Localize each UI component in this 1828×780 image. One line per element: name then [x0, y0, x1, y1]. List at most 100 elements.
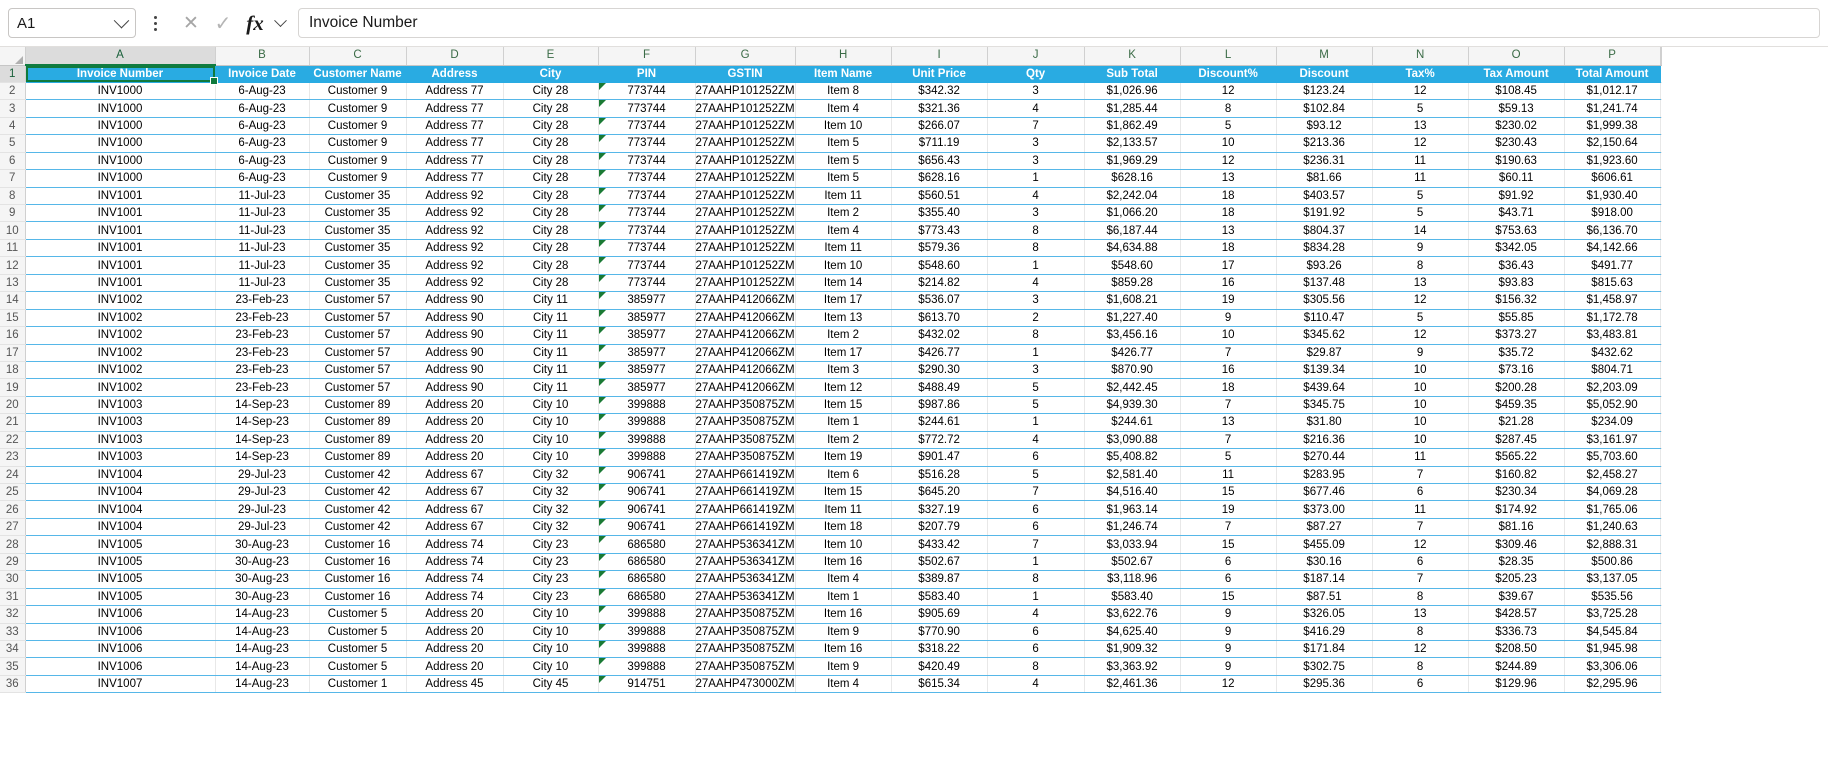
table-cell[interactable]: $208.50 — [1467, 640, 1565, 659]
table-cell[interactable]: $773.43 — [891, 221, 988, 240]
table-cell[interactable]: Address 90 — [406, 378, 504, 397]
row-header-13[interactable]: 13 — [0, 274, 26, 293]
table-cell[interactable]: $3,306.06 — [1564, 657, 1661, 676]
table-cell[interactable]: 9 — [1372, 344, 1469, 362]
row-header-33[interactable]: 33 — [0, 623, 26, 641]
table-cell[interactable]: Item 10 — [795, 256, 892, 275]
table-cell[interactable]: 9 — [1180, 640, 1277, 659]
table-cell[interactable]: $373.27 — [1467, 326, 1565, 345]
row-header-27[interactable]: 27 — [0, 518, 26, 537]
table-cell[interactable]: 30-Aug-23 — [215, 553, 310, 572]
table-cell[interactable]: City 28 — [503, 134, 599, 153]
table-row[interactable]: 12 INV1001 11-Jul-23 Customer 35 Address 92 C… — [0, 256, 1662, 275]
table-cell[interactable]: 27AAHP412066ZM — [695, 378, 796, 397]
table-cell[interactable]: City 11 — [503, 361, 599, 380]
table-cell[interactable]: Customer 5 — [309, 623, 407, 641]
table-cell[interactable]: $302.75 — [1276, 657, 1373, 676]
table-cell[interactable]: INV1002 — [25, 361, 216, 380]
table-cell[interactable]: Item 15 — [795, 483, 892, 502]
table-cell[interactable]: $171.84 — [1276, 640, 1373, 659]
table-cell[interactable]: Item 4 — [795, 221, 892, 240]
table-cell[interactable]: 914751 — [598, 675, 696, 694]
table-cell[interactable]: 8 — [1372, 623, 1469, 641]
table-cell[interactable]: $5,703.60 — [1564, 448, 1661, 467]
table-cell[interactable]: 27AAHP101252ZM — [695, 99, 796, 118]
table-cell[interactable]: $4,516.40 — [1084, 483, 1181, 502]
table-cell[interactable]: 399888 — [598, 640, 696, 659]
table-cell[interactable]: Item 2 — [795, 431, 892, 450]
table-cell[interactable]: Customer 16 — [309, 570, 407, 589]
table-cell[interactable]: $191.92 — [1276, 204, 1373, 223]
table-cell[interactable]: $336.73 — [1467, 623, 1565, 641]
table-cell[interactable]: 7 — [1180, 518, 1277, 537]
table-cell[interactable]: Item 10 — [795, 117, 892, 136]
row-header-30[interactable]: 30 — [0, 570, 26, 589]
table-cell[interactable]: $2,442.45 — [1084, 378, 1181, 397]
table-cell[interactable]: $87.51 — [1276, 588, 1373, 607]
table-cell[interactable]: 11 — [1372, 169, 1469, 188]
table-cell[interactable]: $3,483.81 — [1564, 326, 1661, 345]
table-cell[interactable]: $2,581.40 — [1084, 466, 1181, 485]
table-cell[interactable]: Address 92 — [406, 187, 504, 206]
table-cell[interactable]: $1,909.32 — [1084, 640, 1181, 659]
column-title-address[interactable]: Address — [406, 65, 504, 83]
table-cell[interactable]: INV1002 — [25, 291, 216, 310]
table-cell[interactable]: $342.05 — [1467, 239, 1565, 258]
row-header-14[interactable]: 14 — [0, 291, 26, 310]
row-header-10[interactable]: 10 — [0, 221, 26, 240]
row-header-15[interactable]: 15 — [0, 309, 26, 328]
table-cell[interactable]: Item 2 — [795, 204, 892, 223]
table-cell[interactable]: Customer 42 — [309, 518, 407, 537]
table-cell[interactable]: $214.82 — [891, 274, 988, 293]
table-cell[interactable]: 23-Feb-23 — [215, 309, 310, 328]
table-cell[interactable]: 12 — [1372, 291, 1469, 310]
table-cell[interactable]: City 11 — [503, 326, 599, 345]
table-cell[interactable]: $91.92 — [1467, 187, 1565, 206]
table-cell[interactable]: $29.87 — [1276, 344, 1373, 362]
table-cell[interactable]: 27AAHP101252ZM — [695, 117, 796, 136]
row-header-35[interactable]: 35 — [0, 657, 26, 676]
table-cell[interactable]: Item 6 — [795, 466, 892, 485]
table-cell[interactable]: $901.47 — [891, 448, 988, 467]
table-cell[interactable]: 27AAHP412066ZM — [695, 309, 796, 328]
table-cell[interactable]: $3,363.92 — [1084, 657, 1181, 676]
table-cell[interactable]: 906741 — [598, 500, 696, 519]
table-cell[interactable]: $656.43 — [891, 152, 988, 171]
table-cell[interactable]: 6 — [986, 623, 1085, 641]
table-cell[interactable]: Customer 5 — [309, 657, 407, 676]
table-cell[interactable]: $108.45 — [1467, 82, 1565, 101]
table-cell[interactable]: $160.82 — [1467, 466, 1565, 485]
table-cell[interactable]: 8 — [986, 221, 1085, 240]
table-cell[interactable]: Address 20 — [406, 640, 504, 659]
table-cell[interactable]: Customer 89 — [309, 413, 407, 432]
table-cell[interactable]: 27AAHP412066ZM — [695, 361, 796, 380]
row-header-36[interactable]: 36 — [0, 675, 26, 694]
table-cell[interactable]: Customer 57 — [309, 344, 407, 362]
table-cell[interactable]: $677.46 — [1276, 483, 1373, 502]
table-row[interactable]: 17 INV1002 23-Feb-23 Customer 57 Address 90 C… — [0, 344, 1662, 362]
row-header-9[interactable]: 9 — [0, 204, 26, 223]
row-header-19[interactable]: 19 — [0, 378, 26, 397]
table-cell[interactable]: $1,608.21 — [1084, 291, 1181, 310]
table-cell[interactable]: Address 90 — [406, 291, 504, 310]
table-cell[interactable]: $770.90 — [891, 623, 988, 641]
table-cell[interactable]: 14-Sep-23 — [215, 413, 310, 432]
table-cell[interactable]: 773744 — [598, 152, 696, 171]
table-row[interactable]: 34 INV1006 14-Aug-23 Customer 5 Address 20 Ci… — [0, 640, 1662, 659]
table-cell[interactable]: $772.72 — [891, 431, 988, 450]
table-cell[interactable]: Customer 57 — [309, 378, 407, 397]
column-title-sub-total[interactable]: Sub Total — [1084, 65, 1181, 83]
table-cell[interactable]: 13 — [1372, 274, 1469, 293]
table-cell[interactable]: $28.35 — [1467, 553, 1565, 572]
column-title-invoice-date[interactable]: Invoice Date — [215, 65, 310, 83]
table-row[interactable]: 35 INV1006 14-Aug-23 Customer 5 Address 20 Ci… — [0, 657, 1662, 676]
row-header-20[interactable]: 20 — [0, 396, 26, 415]
table-cell[interactable]: $4,545.84 — [1564, 623, 1661, 641]
insert-function-icon[interactable]: fx — [240, 8, 270, 38]
table-cell[interactable]: 27AAHP101252ZM — [695, 152, 796, 171]
column-title-qty[interactable]: Qty — [986, 65, 1085, 83]
table-cell[interactable]: 773744 — [598, 221, 696, 240]
table-cell[interactable]: $1,012.17 — [1564, 82, 1661, 101]
table-cell[interactable]: INV1006 — [25, 657, 216, 676]
row-header-7[interactable]: 7 — [0, 169, 26, 188]
